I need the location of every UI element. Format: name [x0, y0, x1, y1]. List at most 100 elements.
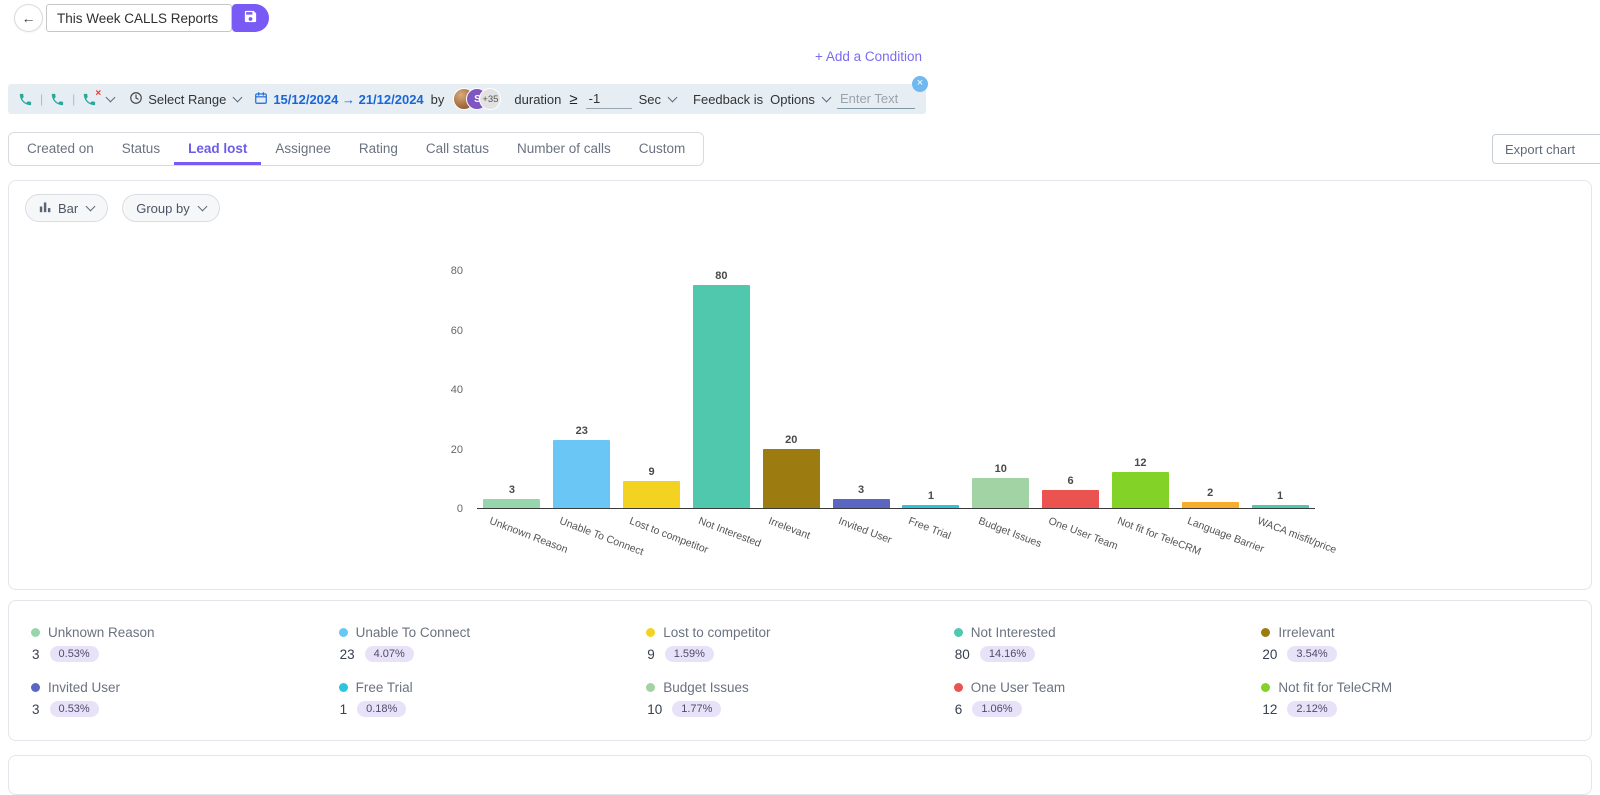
tab-custom[interactable]: Custom: [625, 133, 700, 165]
legend-label: Irrelevant: [1278, 625, 1335, 640]
legend-value-row: 6 1.06%: [954, 701, 1262, 717]
bar-value-label: 20: [785, 433, 798, 446]
assignee-avatars[interactable]: S +35: [453, 88, 502, 110]
back-button[interactable]: ←: [14, 4, 43, 32]
x-axis-label: Free Trial: [906, 515, 953, 543]
bar-slot: 9 Lost to competitor: [617, 270, 709, 556]
legend-head: Free Trial: [338, 680, 647, 695]
y-axis-tick: 60: [450, 324, 463, 337]
bar-waca-misfit-price[interactable]: [1251, 505, 1309, 508]
bar-value-label: 1: [927, 490, 934, 503]
gte-symbol: ≥: [569, 90, 578, 108]
bar-lost-to-competitor[interactable]: [623, 481, 681, 508]
legend-percent-badge: 0.53%: [49, 701, 99, 717]
bar-language-barrier[interactable]: [1181, 502, 1239, 508]
legend-item-irrelevant[interactable]: Irrelevant 20 3.54%: [1261, 625, 1569, 662]
bar-free-trial[interactable]: [902, 505, 960, 508]
legend-percent-badge: 3.54%: [1287, 646, 1337, 662]
legend-item-one-user-team[interactable]: One User Team 6 1.06%: [953, 680, 1262, 717]
legend-item-unknown-reason[interactable]: Unknown Reason 3 0.53%: [31, 625, 339, 662]
bar-irrelevant[interactable]: [762, 448, 820, 508]
report-title-input[interactable]: [46, 4, 232, 32]
tab-status[interactable]: Status: [108, 133, 174, 165]
legend-value-row: 9 1.59%: [646, 646, 954, 662]
legend-item-not-interested[interactable]: Not Interested 80 14.16%: [953, 625, 1262, 662]
add-condition-link[interactable]: + Add a Condition: [815, 49, 922, 64]
bar-budget-issues[interactable]: [972, 478, 1030, 508]
legend-item-unable-to-connect[interactable]: Unable To Connect 23 4.07%: [338, 625, 647, 662]
legend-percent-badge: 0.53%: [49, 646, 99, 662]
chart-type-label: Bar: [58, 200, 79, 216]
legend-item-not-fit-for-telecrm[interactable]: Not fit for TeleCRM 12 2.12%: [1261, 680, 1569, 717]
y-axis-tick: 40: [450, 384, 463, 396]
legend-value: 3: [32, 701, 40, 717]
legend-value: 12: [1262, 701, 1278, 717]
legend-value: 3: [32, 646, 40, 662]
bar-value-label: 9: [648, 466, 655, 479]
date-range-picker[interactable]: 15/12/2024 → 21/12/2024: [254, 91, 424, 108]
legend-dot: [953, 628, 963, 637]
legend-percent-badge: 1.06%: [972, 701, 1022, 717]
filter-bar: | | × Select Range 15/12/2024 → 21/12/20…: [8, 84, 926, 114]
tab-created-on[interactable]: Created on: [13, 133, 108, 165]
avatar-more-badge: +35: [479, 88, 502, 110]
remove-filter-icon[interactable]: ×: [912, 76, 928, 92]
save-icon: [243, 9, 258, 27]
legend-label: Lost to competitor: [663, 625, 771, 640]
legend-item-lost-to-competitor[interactable]: Lost to competitor 9 1.59%: [646, 625, 954, 662]
chevron-down-icon: [232, 92, 243, 102]
y-axis: 0 20 40 60 80: [429, 265, 469, 515]
tab-lead-lost[interactable]: Lead lost: [174, 133, 262, 165]
legend-head: Irrelevant: [1261, 625, 1569, 640]
options-dropdown[interactable]: Options: [770, 92, 832, 107]
bar-value-label: 6: [1067, 475, 1074, 488]
legend-dot: [1261, 628, 1271, 637]
tab-call-status[interactable]: Call status: [412, 133, 503, 165]
legend-item-invited-user[interactable]: Invited User 3 0.53%: [31, 680, 339, 717]
legend-item-budget-issues[interactable]: Budget Issues 10 1.77%: [646, 680, 954, 717]
duration-input[interactable]: [585, 89, 632, 109]
bar-slot: 80 Not Interested: [686, 270, 763, 550]
legend-label: Budget Issues: [663, 680, 749, 695]
bar-not-fit-for-telecrm[interactable]: [1111, 472, 1169, 508]
legend-dot: [31, 683, 40, 692]
bar-unknown-reason[interactable]: [483, 499, 541, 508]
bar-slot: 1 WACA misfit/price: [1245, 270, 1338, 556]
chevron-down-icon[interactable]: [105, 92, 116, 102]
bar-invited-user[interactable]: [832, 499, 890, 508]
unit-dropdown[interactable]: Sec: [639, 92, 678, 107]
y-axis-tick: 20: [450, 443, 463, 456]
legend-head: Invited User: [31, 680, 339, 695]
bar-one-user-team[interactable]: [1042, 490, 1100, 508]
chevron-down-icon: [197, 201, 208, 211]
bar-slot: 23 Unable To Connect: [547, 270, 645, 558]
tab-rating[interactable]: Rating: [345, 133, 412, 165]
legend-value-row: 23 4.07%: [339, 646, 647, 662]
y-axis-tick: 80: [450, 265, 463, 277]
x-axis-label: Budget Issues: [976, 515, 1043, 551]
export-chart-button[interactable]: Export chart: [1492, 134, 1600, 164]
select-range-dropdown[interactable]: Select Range: [129, 91, 243, 108]
bar-slot: 1 Free Trial: [896, 270, 966, 542]
bar-slot: 20 Irrelevant: [756, 270, 826, 542]
legend-item-free-trial[interactable]: Free Trial 1 0.18%: [338, 680, 647, 717]
save-button[interactable]: [232, 4, 269, 32]
legend-dot: [31, 628, 40, 637]
legend-value: 9: [647, 646, 655, 662]
legend-dot: [1261, 683, 1271, 692]
tab-assignee[interactable]: Assignee: [261, 133, 345, 165]
tab-number-of-calls[interactable]: Number of calls: [503, 133, 625, 165]
group-by-dropdown[interactable]: Group by: [122, 194, 220, 222]
duration-label: duration: [514, 91, 562, 107]
bar-unable-to-connect[interactable]: [553, 439, 611, 508]
legend-label: One User Team: [970, 680, 1066, 695]
call-outgoing-icon[interactable]: [18, 92, 33, 107]
bar-slot: 2 Language Barrier: [1175, 270, 1266, 555]
x-axis-label: Invited User: [836, 515, 894, 547]
bar-slot: 10 Budget Issues: [966, 270, 1043, 550]
call-incoming-icon[interactable]: [50, 92, 65, 107]
call-missed-icon[interactable]: ×: [82, 88, 101, 107]
chart-type-dropdown[interactable]: Bar: [25, 194, 109, 222]
bar-not-interested[interactable]: [692, 285, 750, 508]
feedback-text-input[interactable]: [836, 89, 915, 109]
